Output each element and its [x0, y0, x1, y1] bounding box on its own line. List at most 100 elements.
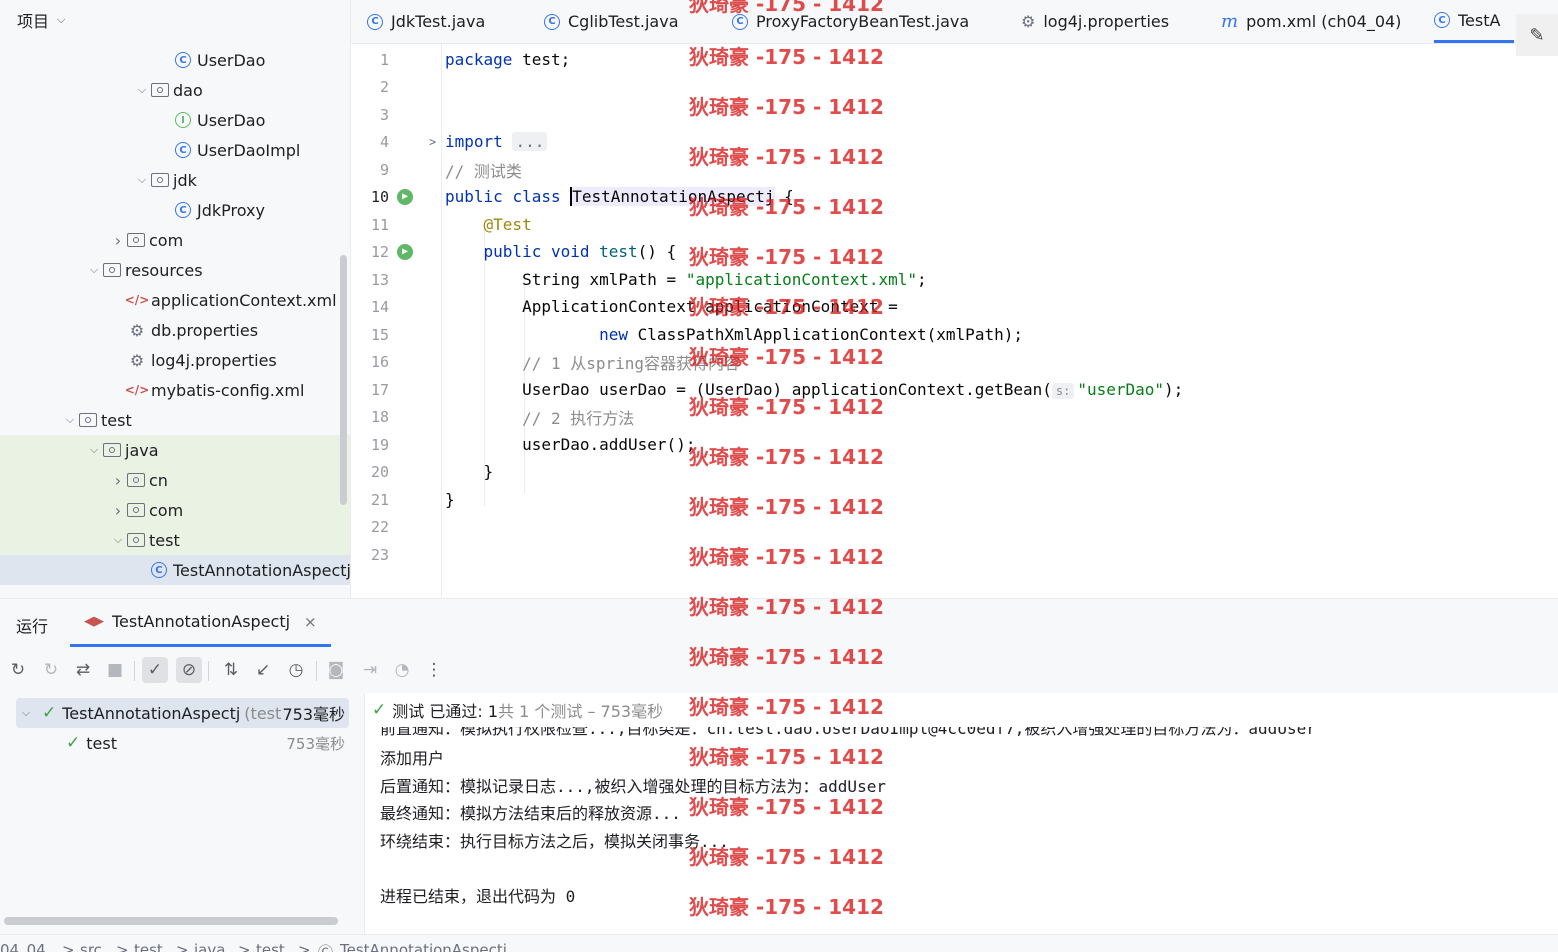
stop-icon[interactable]: ■	[102, 657, 128, 683]
breadcrumb-item[interactable]: test	[134, 941, 163, 952]
breadcrumb-item[interactable]: test	[256, 941, 285, 952]
project-view-selector[interactable]: 项目 ⌵	[0, 0, 350, 40]
chevron-down-icon[interactable]: ⌵	[85, 263, 103, 277]
more-options-icon[interactable]: ⋮	[421, 657, 447, 683]
code-line-10: 10 ▶ public class TestAnnotationAspectj …	[370, 187, 794, 206]
breadcrumb-item[interactable]: java	[194, 941, 225, 952]
tree-item-test[interactable]: ⌵ test	[0, 525, 350, 555]
tree-item-com[interactable]: › com	[0, 495, 350, 525]
tree-item-userdao[interactable]: C UserDao	[0, 45, 350, 75]
code-editor[interactable]: 1 package test; 2 3 4 > import ... 9 // …	[351, 44, 1558, 598]
tree-horizontal-scrollbar[interactable]	[4, 917, 338, 925]
tree-item-label: log4j.properties	[151, 350, 277, 370]
toggle-auto-test-icon[interactable]: ⇄	[70, 657, 96, 683]
import-icon[interactable]: ⇥	[357, 657, 383, 683]
chevron-down-icon[interactable]: ⌵	[85, 443, 103, 457]
tab-label: ProxyFactoryBeanTest.java	[756, 12, 970, 31]
tree-item-cn[interactable]: › cn	[0, 465, 350, 495]
tab-pom-xml[interactable]: m pom.xml (ch04_04)	[1221, 0, 1401, 43]
tree-item-userdao[interactable]: I UserDao	[0, 105, 350, 135]
tab-proxyfactorybeantest[interactable]: C ProxyFactoryBeanTest.java	[732, 0, 969, 43]
tree-item-com[interactable]: › com	[0, 225, 350, 255]
breadcrumb-item[interactable]: TestAnnotationAspectj	[340, 941, 507, 952]
tab-testannotationaspectj[interactable]: C TestA	[1434, 0, 1514, 43]
tab-log4j-properties[interactable]: ⚙ log4j.properties	[1021, 0, 1169, 43]
class-icon: C	[175, 142, 191, 158]
chevron-right-icon[interactable]: ›	[109, 231, 127, 250]
gear-icon: ⚙	[1021, 12, 1036, 31]
chevron-down-icon: ⌵	[57, 13, 66, 26]
tree-item-test[interactable]: ⌵ test	[0, 405, 350, 435]
chevron-down-icon[interactable]: ⌵	[109, 533, 127, 547]
parameter-hint: s:	[1051, 383, 1075, 399]
tree-item-userdaoimpl[interactable]: C UserDaoImpl	[0, 135, 350, 165]
chevron-right-icon[interactable]: ›	[109, 471, 127, 490]
history-icon[interactable]: ◷	[283, 657, 309, 683]
test-tree-root[interactable]: ⌵ ✓ TestAnnotationAspectj (test 753毫秒	[16, 698, 349, 728]
tree-item-dao[interactable]: ⌵ dao	[0, 75, 350, 105]
tree-item-jdk[interactable]: ⌵ jdk	[0, 165, 350, 195]
project-scrollbar[interactable]	[340, 255, 347, 505]
test-tree-child[interactable]: ✓ test 753毫秒	[0, 728, 365, 758]
tree-item-testannotationaspectj[interactable]: C TestAnnotationAspectj	[0, 555, 351, 585]
code-line-20: 20 }	[370, 462, 494, 481]
tree-item-resources[interactable]: ⌵ resources	[0, 255, 350, 285]
coverage-icon[interactable]: ◔	[389, 657, 415, 683]
test-folder-icon	[103, 443, 121, 457]
show-ignored-icon[interactable]: ⊘	[176, 657, 202, 683]
tree-item-log4j-properties[interactable]: ⚙ log4j.properties	[0, 345, 350, 375]
tree-item-java[interactable]: ⌵ java	[0, 435, 350, 465]
show-passed-icon[interactable]: ✓	[142, 657, 168, 683]
code-line-2: 2	[379, 77, 389, 96]
fold-expand-icon[interactable]: >	[429, 135, 436, 149]
tab-label: log4j.properties	[1043, 12, 1170, 31]
run-tab-testannotationaspectj[interactable]: ◀▶ TestAnnotationAspectj ×	[70, 599, 331, 647]
breadcrumb-item[interactable]: src	[80, 941, 102, 952]
test-root-label: TestAnnotationAspectj	[62, 703, 241, 723]
chevron-right-icon: >	[298, 941, 311, 952]
tree-item-label: resources	[125, 260, 203, 280]
class-icon: Ⓒ	[318, 943, 334, 952]
class-icon: C	[732, 13, 748, 30]
test-root-duration: 753毫秒	[282, 705, 345, 724]
code-line-11: 11 @Test	[370, 215, 532, 234]
tree-item-db-properties[interactable]: ⚙ db.properties	[0, 315, 350, 345]
run-toolbar: ↻ ↻ ⇄ ■ ✓ ⊘ ⇅ ↙ ◷ ◙ ⇥ ◔ ⋮	[0, 647, 1558, 693]
mute-notifications-icon[interactable]: ✎	[1516, 14, 1558, 56]
sort-icon[interactable]: ⇅	[218, 657, 244, 683]
chevron-down-icon[interactable]: ⌵	[133, 83, 151, 97]
gear-icon: ⚙	[129, 320, 145, 340]
camera-icon[interactable]: ◙	[323, 657, 349, 683]
tree-item-label: TestAnnotationAspectj	[172, 560, 351, 580]
chevron-down-icon[interactable]: ⌵	[133, 173, 151, 187]
test-root-sub: (test	[244, 703, 282, 723]
tree-item-label: dao	[173, 80, 203, 100]
close-icon[interactable]: ×	[304, 613, 317, 631]
class-icon: C	[175, 52, 191, 68]
rerun-icon[interactable]: ↻	[5, 657, 31, 683]
tree-item-label: java	[125, 440, 159, 460]
chevron-right-icon[interactable]: ›	[109, 501, 127, 520]
tab-cglibtest[interactable]: C CglibTest.java	[544, 0, 679, 43]
tree-item-applicationcontext-xml[interactable]: </> applicationContext.xml	[0, 285, 350, 315]
folded-imports[interactable]: ...	[512, 132, 548, 151]
breadcrumb-item[interactable]: 04_04	[0, 941, 46, 952]
console-output[interactable]: 前置通知：模拟执行权限检查...,目标类是：cn.test.dao.UserDa…	[380, 727, 1550, 935]
run-test-method-icon[interactable]: ▶	[397, 243, 413, 260]
tab-jdktest[interactable]: C JdkTest.java	[367, 0, 485, 43]
folder-icon	[127, 533, 145, 547]
test-status-summary: 共 1 个测试 – 753毫秒	[498, 702, 664, 721]
toolbar-divider	[316, 661, 317, 681]
rerun-failed-icon[interactable]: ↻	[38, 657, 64, 683]
console-line: 进程已结束，退出代码为 0	[380, 886, 576, 906]
tree-item-label: com	[149, 500, 184, 520]
console-line: 环绕结束：执行目标方法之后，模拟关闭事务...	[380, 831, 729, 851]
chevron-down-icon[interactable]: ⌵	[61, 413, 79, 427]
run-test-class-icon[interactable]: ▶	[397, 188, 413, 205]
console-line: 后置通知：模拟记录日志...,被织入增强处理的目标方法为：addUser	[380, 776, 886, 796]
collapse-icon[interactable]: ↙	[250, 657, 276, 683]
tree-item-mybatis-config-xml[interactable]: </> mybatis-config.xml	[0, 375, 350, 405]
tree-item-label: mybatis-config.xml	[151, 380, 305, 400]
tree-item-jdkproxy[interactable]: C JdkProxy	[0, 195, 350, 225]
passed-check-icon: ✓	[372, 700, 387, 720]
